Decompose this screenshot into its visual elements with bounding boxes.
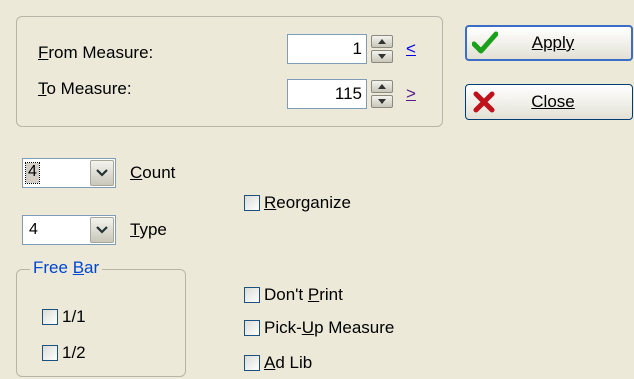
reorganize-option[interactable]: Reorganize xyxy=(244,192,351,214)
measure-range-group xyxy=(16,16,443,127)
pickup-measure-checkbox[interactable] xyxy=(244,320,260,336)
count-combo[interactable]: 4 xyxy=(22,158,116,188)
count-value: 4 xyxy=(25,162,40,184)
close-button[interactable]: Close xyxy=(465,84,633,120)
free-bar-title: Free Bar xyxy=(30,258,103,278)
free-bar-1-2-checkbox[interactable] xyxy=(42,345,58,361)
dont-print-label: Don't Print xyxy=(264,285,343,304)
dont-print-option[interactable]: Don't Print xyxy=(244,284,343,306)
goto-last-link[interactable]: > xyxy=(406,84,416,104)
chevron-down-icon xyxy=(96,169,108,177)
from-measure-down-button[interactable] xyxy=(371,50,393,63)
from-measure-up-button[interactable] xyxy=(371,35,393,48)
free-bar-item[interactable]: 1/1 xyxy=(42,306,86,328)
to-measure-up-button[interactable] xyxy=(371,80,393,93)
dont-print-checkbox[interactable] xyxy=(244,287,260,303)
from-measure-spinner[interactable] xyxy=(371,35,393,63)
to-measure-label-text: o Measure: xyxy=(46,79,132,98)
apply-button[interactable]: Apply xyxy=(465,25,633,61)
to-measure-down-button[interactable] xyxy=(371,95,393,108)
from-measure-input[interactable] xyxy=(287,34,367,64)
count-label: Count xyxy=(130,163,176,182)
free-bar-item[interactable]: 1/2 xyxy=(42,342,86,364)
ad-lib-option[interactable]: Ad Lib xyxy=(244,352,312,374)
from-measure-label-text: rom Measure: xyxy=(48,43,154,62)
ad-lib-checkbox[interactable] xyxy=(244,355,260,371)
free-bar-1-2-label: 1/2 xyxy=(62,343,86,362)
close-button-label: Close xyxy=(531,92,575,111)
to-measure-input[interactable] xyxy=(287,79,367,109)
checkmark-icon xyxy=(467,31,503,55)
free-bar-1-1-checkbox[interactable] xyxy=(42,309,58,325)
ad-lib-label: Ad Lib xyxy=(264,353,313,372)
chevron-down-icon xyxy=(96,226,108,234)
type-dropdown-button[interactable] xyxy=(90,217,114,243)
apply-button-label: Apply xyxy=(531,33,575,52)
to-measure-spinner[interactable] xyxy=(371,80,393,108)
pickup-measure-label: Pick-Up Measure xyxy=(264,318,395,337)
free-bar-1-1-label: 1/1 xyxy=(62,307,86,326)
type-value: 4 xyxy=(29,221,38,238)
type-combo[interactable]: 4 xyxy=(22,215,116,245)
goto-first-link[interactable]: < xyxy=(406,39,416,59)
pickup-measure-option[interactable]: Pick-Up Measure xyxy=(244,317,394,339)
reorganize-checkbox[interactable] xyxy=(244,195,260,211)
to-measure-label: To Measure: xyxy=(38,79,132,98)
type-label: Type xyxy=(130,220,167,239)
from-measure-label: From Measure: xyxy=(38,43,154,62)
count-dropdown-button[interactable] xyxy=(90,160,114,186)
reorganize-label: Reorganize xyxy=(264,193,351,212)
x-icon xyxy=(466,91,502,113)
